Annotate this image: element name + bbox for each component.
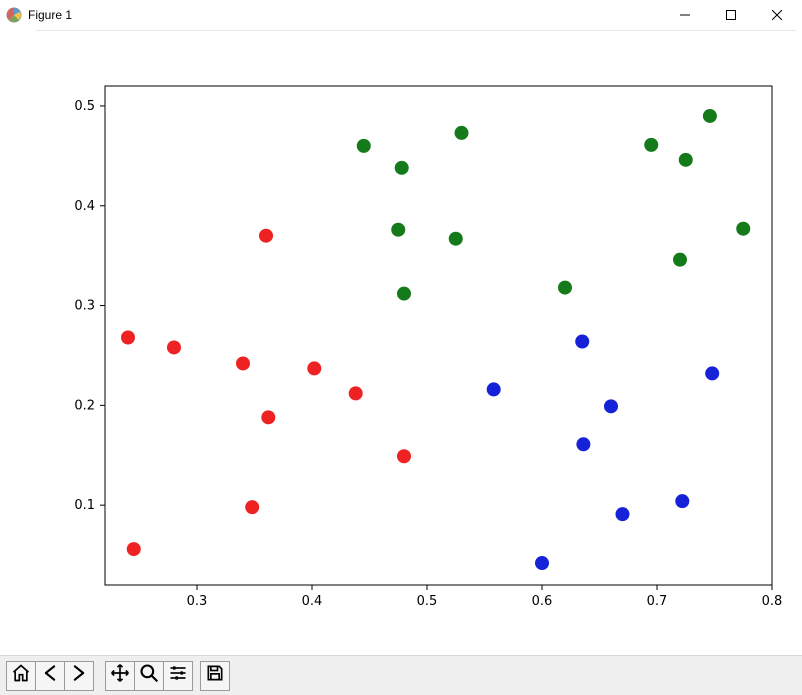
navigation-toolbar xyxy=(0,655,802,695)
maximize-button[interactable] xyxy=(708,0,754,30)
close-button[interactable] xyxy=(754,0,800,30)
x-tick-label: 0.4 xyxy=(302,594,323,609)
data-point-blue xyxy=(604,399,618,413)
x-tick-label: 0.6 xyxy=(532,594,553,609)
y-tick-label: 0.2 xyxy=(74,398,95,413)
data-point-green xyxy=(455,126,469,140)
data-point-green xyxy=(679,153,693,167)
home-icon xyxy=(11,663,31,688)
data-point-blue xyxy=(487,382,501,396)
x-tick-label: 0.3 xyxy=(187,594,208,609)
y-tick-label: 0.3 xyxy=(74,299,95,314)
data-point-green xyxy=(673,253,687,267)
x-tick-label: 0.7 xyxy=(647,594,668,609)
data-point-green xyxy=(558,281,572,295)
data-point-blue xyxy=(575,334,589,348)
data-point-green xyxy=(397,287,411,301)
data-point-blue xyxy=(705,366,719,380)
save-icon xyxy=(205,663,225,688)
data-point-red xyxy=(261,410,275,424)
zoom-button[interactable] xyxy=(134,661,164,691)
titlebar: Figure 1 xyxy=(0,0,802,30)
data-point-red xyxy=(307,361,321,375)
data-point-red xyxy=(259,229,273,243)
data-point-red xyxy=(397,449,411,463)
x-tick-label: 0.8 xyxy=(762,594,783,609)
data-point-green xyxy=(736,222,750,236)
data-point-green xyxy=(395,161,409,175)
data-point-green xyxy=(644,138,658,152)
data-point-red xyxy=(236,356,250,370)
data-point-blue xyxy=(616,507,630,521)
configure-button[interactable] xyxy=(163,661,193,691)
data-point-green xyxy=(703,109,717,123)
y-tick-label: 0.1 xyxy=(74,498,95,513)
data-point-green xyxy=(449,232,463,246)
zoom-icon xyxy=(139,663,159,688)
data-point-red xyxy=(167,340,181,354)
data-point-blue xyxy=(675,494,689,508)
pan-button[interactable] xyxy=(105,661,135,691)
data-point-red xyxy=(349,386,363,400)
data-point-blue xyxy=(576,437,590,451)
sliders-icon xyxy=(168,663,188,688)
data-point-red xyxy=(245,500,259,514)
y-tick-label: 0.5 xyxy=(74,99,95,114)
home-button[interactable] xyxy=(6,661,36,691)
x-tick-label: 0.5 xyxy=(417,594,438,609)
save-button[interactable] xyxy=(200,661,230,691)
window-controls xyxy=(662,0,800,30)
plot-area[interactable]: 0.3 0.4 0.5 0.6 0.7 0.8 0.1 0.2 0.3 0.4 0.5 xyxy=(0,31,802,655)
arrow-left-icon xyxy=(40,663,60,688)
minimize-button[interactable] xyxy=(662,0,708,30)
arrow-right-icon xyxy=(69,663,89,688)
back-button[interactable] xyxy=(35,661,65,691)
data-point-blue xyxy=(535,556,549,570)
y-tick-label: 0.4 xyxy=(74,199,95,214)
scatter-plot: 0.3 0.4 0.5 0.6 0.7 0.8 0.1 0.2 0.3 0.4 0.5 xyxy=(0,31,802,655)
data-point-green xyxy=(357,139,371,153)
data-point-red xyxy=(127,542,141,556)
forward-button[interactable] xyxy=(64,661,94,691)
window-title: Figure 1 xyxy=(28,8,72,22)
data-point-red xyxy=(121,330,135,344)
matplotlib-icon xyxy=(6,7,22,23)
data-point-green xyxy=(391,223,405,237)
move-icon xyxy=(110,663,130,688)
